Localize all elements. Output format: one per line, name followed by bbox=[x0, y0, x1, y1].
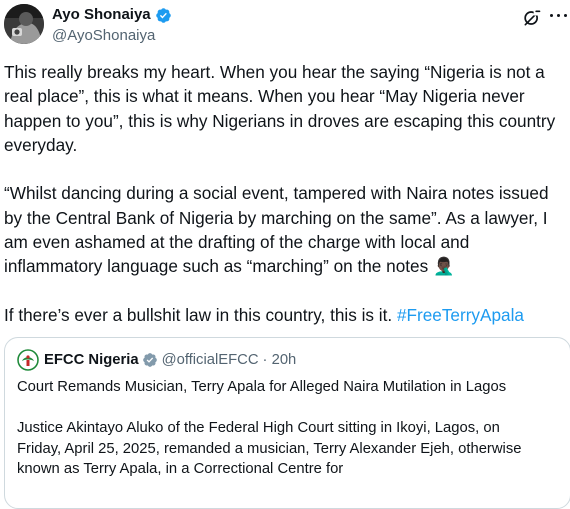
author-name[interactable]: Ayo Shonaiya bbox=[52, 5, 151, 25]
more-options-icon[interactable] bbox=[550, 6, 568, 26]
tweet-line: real place”, this is what it means. When… bbox=[4, 86, 525, 107]
verified-badge-icon bbox=[155, 7, 171, 23]
quoted-title: Court Remands Musician, Terry Apala for … bbox=[17, 379, 507, 395]
tweet-line: “Whilst dancing during a social event, t… bbox=[4, 183, 549, 204]
tweet-line: If there’s ever a bullshit law in this c… bbox=[4, 303, 570, 327]
efcc-avatar[interactable] bbox=[17, 349, 39, 371]
hashtag-link[interactable]: #FreeTerryApala bbox=[397, 305, 524, 325]
quoted-line: Friday, April 25, 2025, remanded a music… bbox=[17, 440, 522, 457]
quoted-line: Justice Akintayo Aluko of the Federal Hi… bbox=[17, 420, 500, 436]
quoted-line: known as Terry Apala, in a Correctional … bbox=[17, 461, 344, 478]
tweet-line: inflammatory language such as “marching”… bbox=[4, 254, 570, 278]
tweet-line: happen to you”, this is why Nigerians in… bbox=[4, 110, 556, 131]
tweet-line-text: inflammatory language such as “marching”… bbox=[4, 256, 429, 277]
quoted-tweet[interactable]: EFCC Nigeria @officialEFCC · 20h Court R… bbox=[4, 337, 570, 509]
tweet-line: am even ashamed at the drafting of the c… bbox=[4, 232, 470, 253]
quoted-body: Justice Akintayo Aluko of the Federal Hi… bbox=[17, 418, 521, 480]
tweet-line-text: If there’s ever a bullshit law in this c… bbox=[4, 304, 397, 325]
tweet-text: This really breaks my heart. When you he… bbox=[4, 60, 570, 327]
facepalm-emoji: 🤦🏿‍♂️ bbox=[432, 256, 455, 277]
verified-badge-icon bbox=[142, 353, 157, 367]
author-avatar[interactable] bbox=[4, 4, 44, 44]
tweet-line: by the Central Bank of Nigeria by marchi… bbox=[4, 207, 548, 228]
quoted-author-name[interactable]: EFCC Nigeria bbox=[44, 352, 139, 368]
quoted-timestamp[interactable]: · 20h bbox=[263, 352, 297, 368]
tweet-line: everyday. bbox=[4, 134, 78, 155]
grok-icon[interactable] bbox=[522, 8, 542, 28]
quoted-author-handle[interactable]: @officialEFCC bbox=[162, 352, 259, 368]
author-handle[interactable]: @AyoShonaiya bbox=[52, 26, 155, 46]
tweet-line: This really breaks my heart. When you he… bbox=[4, 62, 545, 82]
